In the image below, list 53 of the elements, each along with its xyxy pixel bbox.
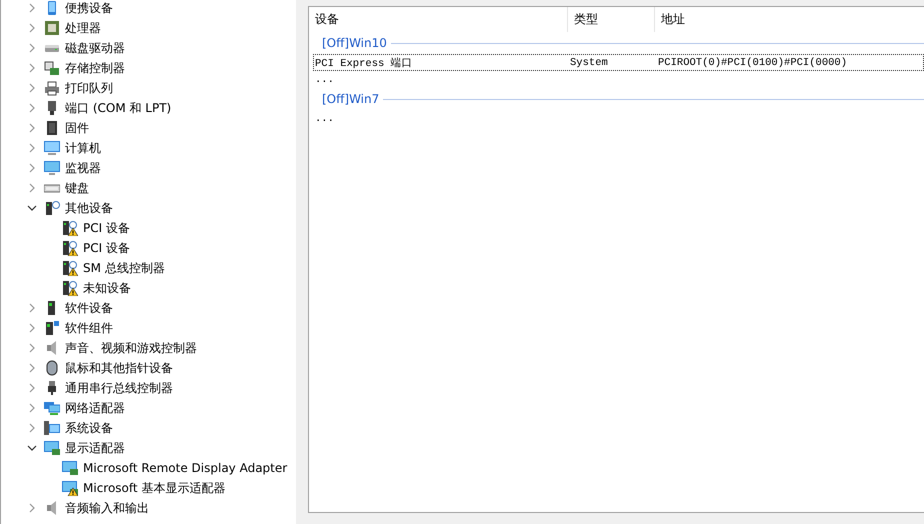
list-row[interactable]: ... [313,110,924,127]
tree-item[interactable]: 网络适配器 [65,400,125,416]
tree-item[interactable]: Microsoft Remote Display Adapter [83,460,288,476]
tree-item[interactable]: 磁盘驱动器 [65,40,125,56]
tree-item[interactable]: 声音、视频和游戏控制器 [65,340,197,356]
table-cell-text: PCI Express 端口 [314,56,414,70]
monitor-icon [44,160,60,176]
storage-controller-icon [44,60,60,76]
tree-item[interactable]: 鼠标和其他指针设备 [65,360,173,376]
table-cell-text: System [569,56,609,68]
tree-item[interactable]: 打印队列 [65,80,113,96]
column-header[interactable]: 类型 [568,7,655,32]
tree-item[interactable]: 其他设备 [65,200,113,216]
system-icon [44,420,60,436]
column-header[interactable]: 设备 [309,7,568,32]
group-header[interactable]: [Off]Win10 [322,36,387,50]
tower-icon [44,320,60,336]
printer-icon [44,80,60,96]
tree-item[interactable]: 处理器 [65,20,101,36]
table-cell-text: ... [314,112,335,124]
network-icon [44,400,60,416]
mouse-icon [44,360,60,376]
chip-icon [44,20,60,36]
tree-item[interactable]: 软件组件 [65,320,113,336]
list-row[interactable]: PCI Express 端口 System PCIROOT(0)#PCI(0100)#PCI(0000) [313,54,924,71]
column-header[interactable]: 地址 [655,7,924,32]
tree-item[interactable]: 计算机 [65,140,101,156]
tree-item[interactable]: 未知设备 [83,280,131,296]
chevron-icon[interactable] [27,443,37,453]
tree-item[interactable]: PCI 设备 [83,220,130,236]
tree-item[interactable]: 存储控制器 [65,60,125,76]
tree-item[interactable]: 通用串行总线控制器 [65,380,173,396]
display-adapter-icon [44,440,60,456]
group-header[interactable]: [Off]Win7 [322,92,380,106]
tree-item[interactable]: Microsoft 基本显示适配器 [83,480,226,496]
list-row[interactable]: ... [313,71,924,88]
chip-icon [44,120,60,136]
tree-item[interactable]: 软件设备 [65,300,113,316]
chevron-icon[interactable] [27,203,37,213]
computer-icon [44,140,60,156]
tree-item[interactable]: 固件 [65,120,89,136]
tree-item[interactable]: PCI 设备 [83,240,130,256]
tree-item[interactable]: 键盘 [65,180,89,196]
unknown-device-icon [44,200,60,216]
tree-item[interactable]: 端口 (COM 和 LPT) [65,100,172,116]
tree-item[interactable]: SM 总线控制器 [83,260,165,276]
table-cell-text: ... [314,74,335,86]
table-cell-text: PCIROOT(0)#PCI(0100)#PCI(0000) [657,56,848,68]
tree-item[interactable]: 系统设备 [65,420,113,436]
tree-item[interactable]: 监视器 [65,160,101,176]
tree-item[interactable]: 便携设备 [65,0,113,16]
tree-item[interactable]: 音频输入和输出 [65,500,149,516]
tree-item[interactable]: 显示适配器 [65,440,125,456]
